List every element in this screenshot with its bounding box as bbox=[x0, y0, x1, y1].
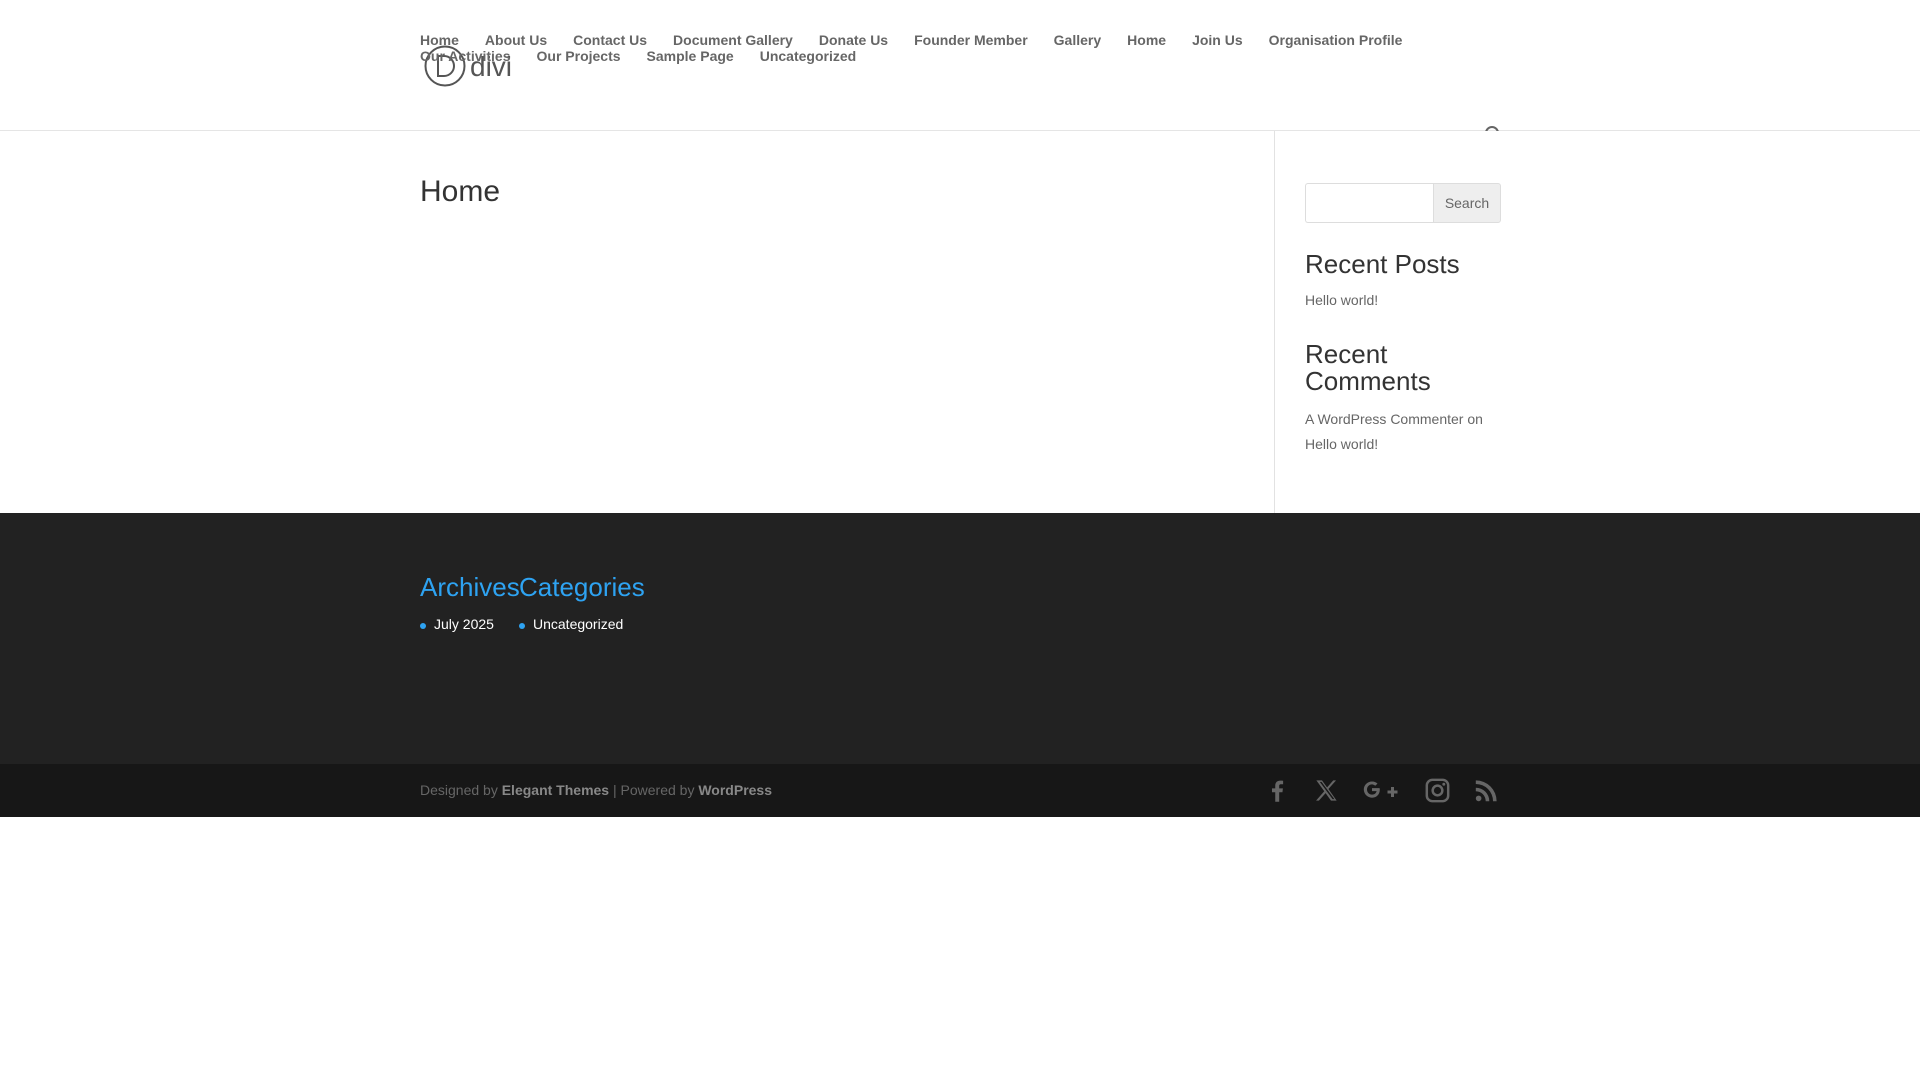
category-link[interactable]: Uncategorized bbox=[519, 616, 623, 632]
recent-comments-title: Recent Comments bbox=[1305, 339, 1431, 396]
recent-posts-title: Recent Posts bbox=[1305, 249, 1460, 279]
nav-item-document-gallery[interactable]: Document Gallery bbox=[673, 0, 793, 48]
nav-item-sample-page[interactable]: Sample Page bbox=[647, 46, 734, 93]
elegant-themes-link[interactable]: Elegant Themes bbox=[502, 782, 609, 798]
nav-item-organisation-profile[interactable]: Organisation Profile bbox=[1269, 0, 1403, 48]
nav-item-about-us[interactable]: About Us bbox=[485, 0, 547, 48]
nav-item-home-2[interactable]: Home bbox=[1127, 0, 1166, 48]
nav-item-home[interactable]: Home bbox=[420, 0, 459, 48]
wordpress-link[interactable]: WordPress bbox=[698, 782, 772, 798]
footer-bottom-bar: Designed by Elegant Themes | Powered by … bbox=[0, 764, 1920, 817]
nav-item-founder-member[interactable]: Founder Member bbox=[914, 0, 1028, 48]
sidebar-divider bbox=[1274, 131, 1275, 513]
nav-item-donate-us[interactable]: Donate Us bbox=[819, 0, 888, 48]
page-title: Home bbox=[420, 175, 501, 208]
facebook-icon[interactable] bbox=[1264, 777, 1291, 804]
instagram-icon[interactable] bbox=[1424, 777, 1451, 804]
designed-by-text: Designed by bbox=[420, 782, 502, 798]
main-navigation: Home About Us Contact Us Document Galler… bbox=[420, 0, 1500, 93]
categories-list: Uncategorized bbox=[519, 616, 623, 632]
comment-joiner: on bbox=[1463, 411, 1483, 427]
archives-list: July 2025 bbox=[420, 616, 494, 632]
comment-post-link[interactable]: Hello world! bbox=[1305, 436, 1378, 452]
nav-item-gallery[interactable]: Gallery bbox=[1054, 0, 1101, 48]
archives-title: Archives bbox=[420, 572, 520, 602]
site-header: divi Home About Us Contact Us Document G… bbox=[0, 0, 1920, 144]
categories-title: Categories bbox=[519, 572, 645, 602]
recent-post-link[interactable]: Hello world! bbox=[1305, 292, 1378, 308]
sidebar-search-form: Search bbox=[1305, 183, 1501, 223]
social-icons bbox=[1264, 777, 1500, 804]
search-button[interactable]: Search bbox=[1433, 183, 1501, 223]
nav-item-join-us[interactable]: Join Us bbox=[1192, 0, 1243, 48]
google-plus-icon[interactable] bbox=[1362, 777, 1402, 804]
powered-by-text: | Powered by bbox=[609, 782, 699, 798]
recent-comment-item: A WordPress Commenter on Hello world! bbox=[1305, 407, 1505, 457]
nav-item-our-activities[interactable]: Our Activities bbox=[420, 46, 511, 93]
nav-item-uncategorized[interactable]: Uncategorized bbox=[760, 46, 856, 93]
comment-author-link[interactable]: A WordPress Commenter bbox=[1305, 411, 1463, 427]
nav-item-contact-us[interactable]: Contact Us bbox=[573, 0, 647, 48]
rss-icon[interactable] bbox=[1473, 777, 1500, 804]
search-input[interactable] bbox=[1305, 183, 1433, 223]
site-footer: Archives Categories July 2025 Uncategori… bbox=[0, 513, 1920, 764]
archive-link[interactable]: July 2025 bbox=[420, 616, 494, 632]
footer-credits: Designed by Elegant Themes | Powered by … bbox=[420, 782, 772, 798]
x-twitter-icon[interactable] bbox=[1313, 777, 1340, 804]
main-content: Home Search Recent Posts Hello world! Re… bbox=[0, 131, 1920, 513]
nav-item-our-projects[interactable]: Our Projects bbox=[537, 46, 621, 93]
